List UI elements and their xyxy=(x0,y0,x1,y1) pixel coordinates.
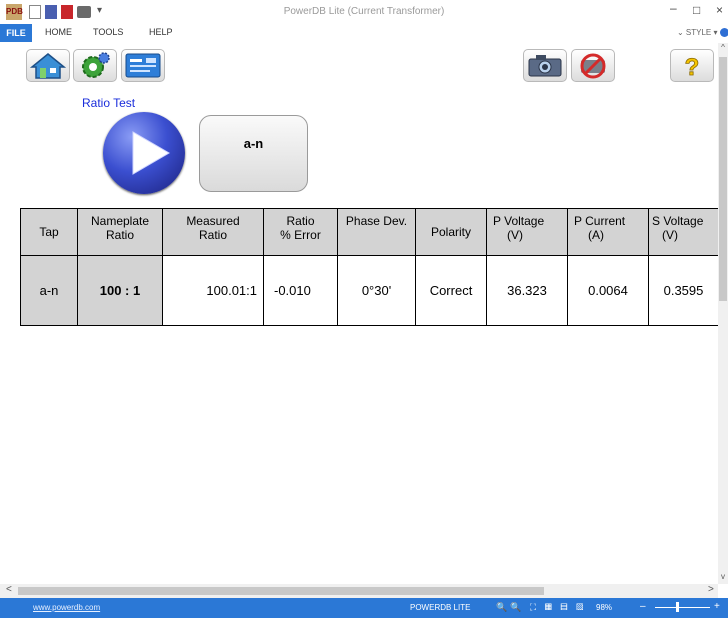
tap-select-label: a-n xyxy=(243,136,264,151)
header-nameplate-ratio: Nameplate Ratio xyxy=(77,208,163,256)
table-row: a-n 100 : 1 100.01:1 -0.010 0°30' Correc… xyxy=(20,255,719,326)
header-measured-ratio: Measured Ratio xyxy=(162,208,264,256)
tap-select-button[interactable]: a-n xyxy=(199,115,308,192)
header-label: (A) xyxy=(588,228,604,242)
help-question-icon: ? xyxy=(684,54,700,82)
menu-home[interactable]: HOME xyxy=(45,27,72,37)
header-label: Ratio xyxy=(286,214,315,228)
maximize-button[interactable]: □ xyxy=(693,3,700,17)
zoom-in-button[interactable]: + xyxy=(714,601,720,612)
header-label: Nameplate xyxy=(90,214,150,228)
header-p-voltage: P Voltage (V) xyxy=(486,208,568,256)
title-bar: PDB ▾ PowerDB Lite (Current Transformer)… xyxy=(0,0,728,24)
cell-p-voltage: 36.323 xyxy=(486,255,568,326)
scroll-right-arrow-icon[interactable]: > xyxy=(708,584,714,595)
cell-s-voltage: 0.3595 xyxy=(648,255,719,326)
minimize-button[interactable]: – xyxy=(670,1,677,15)
header-label: (V) xyxy=(662,228,678,242)
window-title: PowerDB Lite (Current Transformer) xyxy=(283,6,445,17)
table-header-row: Tap Nameplate Ratio Measured Ratio Ratio… xyxy=(20,208,719,256)
header-label: Ratio xyxy=(198,228,227,242)
vertical-scrollbar[interactable]: ^ v xyxy=(718,43,728,584)
cell-polarity: Correct xyxy=(415,255,487,326)
menu-bar: FILE HOME TOOLS HELP ⌄ STYLE ▾ xyxy=(0,24,728,42)
home-icon xyxy=(29,53,67,79)
cell-ratio-error: -0.010 xyxy=(263,255,338,326)
menu-tools[interactable]: TOOLS xyxy=(93,27,123,37)
results-table: Tap Nameplate Ratio Measured Ratio Ratio… xyxy=(20,208,719,326)
cell-tap: a-n xyxy=(20,255,78,326)
header-s-voltage: S Voltage (V) xyxy=(648,208,719,256)
ratio-test-title: Ratio Test xyxy=(82,96,136,110)
header-label: P Voltage xyxy=(493,214,545,228)
header-label: P Current xyxy=(574,214,626,228)
scroll-up-arrow-icon[interactable]: ^ xyxy=(718,43,728,55)
zoom-slider-thumb[interactable] xyxy=(676,602,679,612)
header-phase-dev: Phase Dev. xyxy=(337,208,416,256)
horizontal-scroll-thumb[interactable] xyxy=(18,587,544,595)
header-p-current: P Current (A) xyxy=(567,208,649,256)
header-label: Ratio xyxy=(105,228,134,242)
zoom-level: 98% xyxy=(596,603,613,612)
status-app-name: POWERDB LITE xyxy=(410,603,471,612)
nameplate-card-icon xyxy=(125,53,161,78)
horizontal-scrollbar[interactable]: < > xyxy=(0,584,718,598)
header-label: S Voltage xyxy=(652,214,704,228)
cell-nameplate-ratio[interactable]: 100 : 1 xyxy=(77,255,163,326)
website-link[interactable]: www.powerdb.com xyxy=(33,603,100,612)
home-button[interactable] xyxy=(26,49,70,82)
play-icon xyxy=(132,131,170,175)
no-camera-button[interactable] xyxy=(571,49,615,82)
view-mode-icons[interactable]: 🔍🔍 ⛶ ▦ ▤ ▧ xyxy=(496,602,586,613)
menu-help[interactable]: HELP xyxy=(149,27,173,37)
camera-icon xyxy=(528,55,562,77)
help-glyph: ? xyxy=(685,54,700,81)
zoom-out-button[interactable]: – xyxy=(640,601,646,612)
header-label: (V) xyxy=(507,228,523,242)
menu-file[interactable]: FILE xyxy=(0,24,32,42)
scroll-left-arrow-icon[interactable]: < xyxy=(6,584,12,595)
header-label: % Error xyxy=(280,228,321,242)
zoom-slider[interactable] xyxy=(655,607,710,608)
cell-measured-ratio: 100.01:1 xyxy=(162,255,264,326)
settings-gear-icon xyxy=(82,52,110,78)
nameplate-button[interactable] xyxy=(121,49,165,82)
header-ratio-error: Ratio % Error xyxy=(263,208,338,256)
help-button[interactable]: ? xyxy=(670,49,714,82)
run-test-button[interactable] xyxy=(103,112,185,194)
close-button[interactable]: × xyxy=(716,3,723,17)
header-tap: Tap xyxy=(20,208,78,256)
scroll-down-arrow-icon[interactable]: v xyxy=(718,572,728,584)
settings-button[interactable] xyxy=(73,49,117,82)
no-camera-icon xyxy=(580,53,606,79)
vertical-scroll-thumb[interactable] xyxy=(719,57,727,301)
status-bar: www.powerdb.com POWERDB LITE 🔍🔍 ⛶ ▦ ▤ ▧ … xyxy=(0,598,728,618)
cell-phase-dev: 0°30' xyxy=(337,255,416,326)
ribbon-help-icon[interactable] xyxy=(720,28,728,37)
header-label: Measured xyxy=(186,214,240,228)
camera-button[interactable] xyxy=(523,49,567,82)
cell-p-current: 0.0064 xyxy=(567,255,649,326)
style-menu[interactable]: ⌄ STYLE ▾ xyxy=(677,28,718,37)
header-polarity: Polarity xyxy=(415,208,487,256)
